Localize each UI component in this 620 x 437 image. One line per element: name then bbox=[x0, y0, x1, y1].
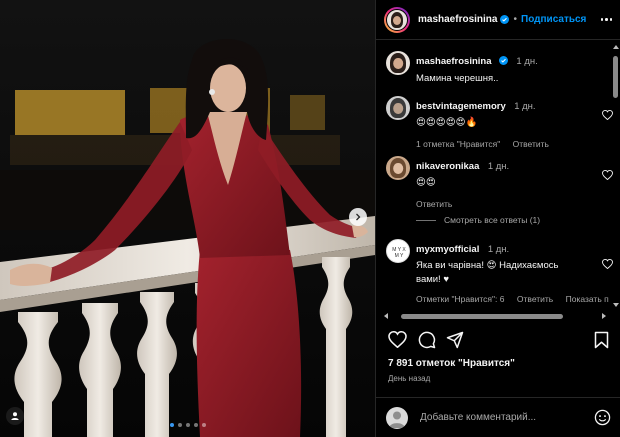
post-side-panel: mashaefrosinina • Подписаться mashaefros… bbox=[375, 0, 620, 437]
commenter-avatar[interactable]: M Y XM Y bbox=[386, 239, 410, 263]
carousel-dot bbox=[194, 423, 198, 427]
like-comment-heart-icon[interactable] bbox=[602, 259, 613, 269]
brand-logo-icon: M Y XM Y bbox=[392, 247, 406, 259]
commenter-avatar[interactable] bbox=[386, 156, 410, 180]
comments-horizontal-scrollbar[interactable] bbox=[376, 312, 620, 321]
emoji-picker-icon[interactable] bbox=[594, 409, 611, 426]
author-username[interactable]: mashaefrosinina bbox=[418, 14, 497, 25]
caption-text: Мамина черешня.. bbox=[416, 73, 499, 84]
caption-time[interactable]: 1 дн. bbox=[516, 56, 537, 67]
comment-text: 😍😍😍😍😍🔥 bbox=[416, 117, 478, 128]
view-all-replies-button[interactable]: Смотреть все ответы (1) bbox=[416, 215, 540, 225]
comment-item: nikaveronikaa 1 дн. 😍😍 Ответить bbox=[386, 156, 613, 209]
comment-time[interactable]: 1 дн. bbox=[514, 101, 535, 112]
scroll-right-arrow-icon[interactable] bbox=[602, 313, 606, 319]
verified-badge-icon bbox=[500, 15, 510, 24]
follow-button[interactable]: Подписаться bbox=[521, 14, 586, 25]
carousel-dot bbox=[186, 423, 190, 427]
verified-badge-icon bbox=[498, 56, 508, 65]
commenter-avatar[interactable] bbox=[386, 96, 410, 120]
comments-vertical-scrollbar[interactable] bbox=[613, 52, 618, 307]
reply-button[interactable]: Ответить bbox=[416, 199, 452, 209]
save-bookmark-icon[interactable] bbox=[594, 331, 609, 349]
comment-text-line-1: Яка ви чарівна! 😍 Надихаємось bbox=[416, 260, 559, 271]
comment-time[interactable]: 1 дн. bbox=[488, 161, 509, 172]
chevron-right-icon bbox=[356, 213, 361, 221]
comment-meta: Ответить bbox=[416, 199, 601, 209]
reply-button[interactable]: Ответить bbox=[517, 294, 553, 304]
comment-input[interactable] bbox=[420, 412, 580, 423]
scroll-up-arrow-icon[interactable] bbox=[613, 45, 619, 49]
caption-username[interactable]: mashaefrosinina bbox=[416, 56, 492, 67]
comment-item: bestvintagememory 1 дн. 😍😍😍😍😍🔥 1 отметка… bbox=[386, 96, 613, 149]
like-comment-heart-icon[interactable] bbox=[602, 170, 613, 180]
scroll-left-arrow-icon[interactable] bbox=[384, 313, 388, 319]
current-user-avatar bbox=[386, 406, 408, 429]
reply-button[interactable]: Ответить bbox=[513, 139, 549, 149]
likes-count[interactable]: 7 891 отметок "Нравится" bbox=[388, 358, 515, 369]
comment-likes-count[interactable]: 1 отметка "Нравится" bbox=[416, 139, 500, 149]
more-options-icon[interactable] bbox=[600, 18, 612, 21]
comments-list: mashaefrosinina 1 дн. Мамина черешня.. b… bbox=[376, 41, 620, 316]
comment-meta: Отметки "Нравится": 6 Ответить Показать … bbox=[416, 294, 609, 304]
post-timestamp[interactable]: День назад bbox=[388, 374, 430, 383]
comment-meta: 1 отметка "Нравится" Ответить bbox=[416, 139, 601, 149]
comment-text: 😍😍 bbox=[416, 177, 436, 188]
photo-scene bbox=[0, 0, 375, 437]
caption-avatar[interactable] bbox=[386, 51, 410, 75]
svg-text:M Y: M Y bbox=[395, 253, 404, 259]
comment-likes-count[interactable]: Отметки "Нравится": 6 bbox=[416, 294, 505, 304]
carousel-dot bbox=[178, 423, 182, 427]
separator-dot: • bbox=[513, 14, 517, 25]
show-translation-button[interactable]: Показать п bbox=[566, 294, 609, 304]
carousel-dot bbox=[170, 423, 174, 427]
comment-bubble-icon[interactable] bbox=[418, 331, 436, 349]
like-comment-heart-icon[interactable] bbox=[602, 110, 613, 120]
carousel-dot bbox=[202, 423, 206, 427]
comment-item: M Y XM Y myxmyofficial 1 дн. Яка ви чарі… bbox=[386, 239, 613, 304]
default-avatar-icon bbox=[389, 411, 405, 428]
commenter-username[interactable]: myxmyofficial bbox=[416, 244, 479, 255]
commenter-username[interactable]: bestvintagememory bbox=[416, 101, 506, 112]
post-header: mashaefrosinina • Подписаться bbox=[376, 0, 620, 40]
post-photo[interactable] bbox=[0, 0, 375, 437]
tagged-users-button[interactable] bbox=[6, 407, 24, 425]
author-avatar[interactable] bbox=[384, 6, 410, 33]
commenter-username[interactable]: nikaveronikaa bbox=[416, 161, 479, 172]
comment-text-line-2: вами! ♥ bbox=[416, 274, 449, 285]
caption: mashaefrosinina 1 дн. Мамина черешня.. bbox=[386, 51, 601, 86]
comment-time[interactable]: 1 дн. bbox=[488, 244, 509, 255]
carousel-indicator bbox=[170, 423, 206, 427]
add-comment-bar bbox=[376, 397, 620, 437]
scroll-down-arrow-icon[interactable] bbox=[613, 303, 619, 307]
user-tag-icon bbox=[11, 412, 19, 420]
like-heart-icon[interactable] bbox=[388, 331, 407, 348]
post-actions-bar bbox=[388, 331, 613, 353]
next-photo-button[interactable] bbox=[349, 208, 367, 226]
share-send-icon[interactable] bbox=[446, 331, 464, 349]
